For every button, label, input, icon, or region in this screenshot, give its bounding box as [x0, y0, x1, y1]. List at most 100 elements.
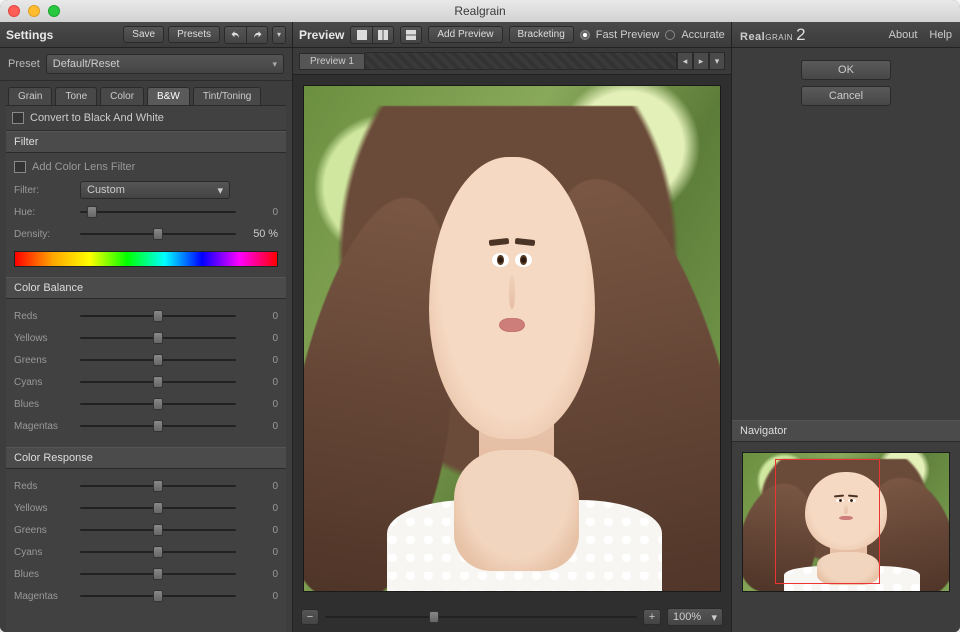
accurate-radio[interactable]: Accurate — [665, 29, 724, 41]
filter-group: Add Color Lens Filter Filter: Custom ▾ H… — [6, 153, 286, 277]
color-response-slider-cyans[interactable] — [80, 545, 236, 559]
color-balance-label: Yellows — [14, 333, 72, 344]
view-split-h-button[interactable] — [372, 26, 394, 44]
undo-button[interactable] — [224, 26, 246, 44]
view-single-button[interactable] — [350, 26, 372, 44]
density-row: Density: 50 % — [14, 223, 278, 245]
color-response-value: 0 — [244, 591, 278, 602]
brand-name-1: Real — [740, 31, 765, 43]
tab-bw[interactable]: B&W — [147, 87, 190, 105]
action-buttons: OK Cancel — [732, 48, 960, 106]
color-response-value: 0 — [244, 481, 278, 492]
accurate-label: Accurate — [681, 29, 724, 41]
convert-bw-label: Convert to Black And White — [30, 112, 164, 124]
preset-dropdown[interactable]: Default/Reset ▾ — [46, 54, 284, 74]
ok-button[interactable]: OK — [801, 60, 891, 80]
filter-group-header: Filter — [6, 131, 286, 153]
tab-tone[interactable]: Tone — [55, 87, 97, 105]
hue-row: Hue: 0 — [14, 201, 278, 223]
color-balance-slider-reds[interactable] — [80, 309, 236, 323]
color-balance-slider-yellows[interactable] — [80, 331, 236, 345]
preview-canvas[interactable] — [303, 85, 721, 592]
zoom-bar: − + 100% ▾ — [293, 602, 731, 632]
preset-label: Preset — [8, 58, 40, 70]
zoom-slider[interactable] — [325, 610, 637, 624]
color-response-slider-blues[interactable] — [80, 567, 236, 581]
checkbox-icon — [12, 112, 24, 124]
hue-slider[interactable] — [80, 205, 236, 219]
settings-header: Settings — [6, 28, 53, 42]
color-response-value: 0 — [244, 569, 278, 580]
preview-panel: Preview 1 ◂ ▸ ▾ — [293, 48, 732, 632]
color-balance-label: Greens — [14, 355, 72, 366]
undo-redo-group — [224, 26, 268, 44]
color-balance-slider-blues[interactable] — [80, 397, 236, 411]
presets-button[interactable]: Presets — [168, 26, 220, 43]
tab-tint[interactable]: Tint/Toning — [193, 87, 262, 105]
filter-type-row: Filter: Custom ▾ — [14, 179, 278, 201]
view-mode-single-split — [350, 26, 394, 44]
color-response-row-blues: Blues 0 — [14, 563, 278, 585]
color-response-label: Magentas — [14, 591, 72, 602]
color-response-row-yellows: Yellows0 — [14, 497, 278, 519]
zoom-out-button[interactable]: − — [301, 609, 319, 625]
hue-spectrum-bar[interactable] — [14, 251, 278, 267]
save-button[interactable]: Save — [123, 26, 164, 43]
titlebar: Realgrain — [0, 0, 960, 22]
view-split-v-button[interactable] — [400, 26, 422, 44]
navigator-body — [732, 442, 960, 632]
redo-button[interactable] — [246, 26, 268, 44]
tab-grain[interactable]: Grain — [8, 87, 52, 105]
color-response-header: Color Response — [6, 447, 286, 469]
add-preview-button[interactable]: Add Preview — [428, 26, 502, 43]
zoom-value: 100% — [673, 611, 701, 623]
preset-row: Preset Default/Reset ▾ — [0, 48, 292, 81]
color-response-label: Cyans — [14, 547, 72, 558]
color-balance-row-reds: Reds0 — [14, 305, 278, 327]
brand-version: 2 — [796, 25, 806, 44]
preview-toolbar: Preview Add Preview Bracketing Fast Prev… — [293, 22, 732, 47]
navigator-thumbnail[interactable] — [742, 452, 950, 592]
density-slider[interactable] — [80, 227, 236, 241]
color-balance-slider-greens[interactable] — [80, 353, 236, 367]
color-response-row-cyans: Cyans 0 — [14, 541, 278, 563]
zoom-dropdown[interactable]: 100% ▾ — [667, 608, 723, 626]
filter-type-dropdown[interactable]: Custom ▾ — [80, 181, 230, 199]
zoom-in-button[interactable]: + — [643, 609, 661, 625]
color-balance-value: 0 — [244, 333, 278, 344]
navigator-viewport-rect[interactable] — [775, 459, 880, 584]
hue-label: Hue: — [14, 207, 72, 218]
color-balance-slider-magentas[interactable] — [80, 419, 236, 433]
preview-image — [304, 86, 720, 591]
color-response-slider-yellows[interactable] — [80, 501, 236, 515]
add-lens-filter-row[interactable]: Add Color Lens Filter — [14, 159, 278, 179]
color-balance-slider-cyans[interactable] — [80, 375, 236, 389]
preview-tabstrip: Preview 1 ◂ ▸ ▾ — [293, 48, 731, 75]
help-menu: About Help — [889, 29, 952, 41]
cancel-button[interactable]: Cancel — [801, 86, 891, 106]
canvas-wrap — [293, 75, 731, 602]
color-response-slider-reds[interactable] — [80, 479, 236, 493]
tab-color[interactable]: Color — [100, 87, 144, 105]
preview-tab-1[interactable]: Preview 1 — [299, 53, 365, 70]
color-balance-label: Cyans — [14, 377, 72, 388]
history-dropdown[interactable]: ▾ — [272, 26, 286, 44]
color-balance-header: Color Balance — [6, 277, 286, 299]
color-response-label: Blues — [14, 569, 72, 580]
color-balance-label: Blues — [14, 399, 72, 410]
brand-name-2: grain — [765, 31, 793, 43]
color-balance-row-magentas: Magentas0 — [14, 415, 278, 437]
color-response-slider-greens[interactable] — [80, 523, 236, 537]
color-response-value: 0 — [244, 547, 278, 558]
convert-bw-row[interactable]: Convert to Black And White — [6, 106, 286, 131]
tab-menu-button[interactable]: ▾ — [709, 52, 725, 70]
fast-preview-radio[interactable]: Fast Preview — [580, 29, 660, 41]
color-response-slider-magentas[interactable] — [80, 589, 236, 603]
fast-preview-label: Fast Preview — [596, 29, 660, 41]
color-response-row-greens: Greens0 — [14, 519, 278, 541]
prev-tab-button[interactable]: ◂ — [677, 52, 693, 70]
about-button[interactable]: About — [889, 29, 918, 41]
bracketing-button[interactable]: Bracketing — [509, 26, 574, 43]
help-button[interactable]: Help — [929, 29, 952, 41]
next-tab-button[interactable]: ▸ — [693, 52, 709, 70]
